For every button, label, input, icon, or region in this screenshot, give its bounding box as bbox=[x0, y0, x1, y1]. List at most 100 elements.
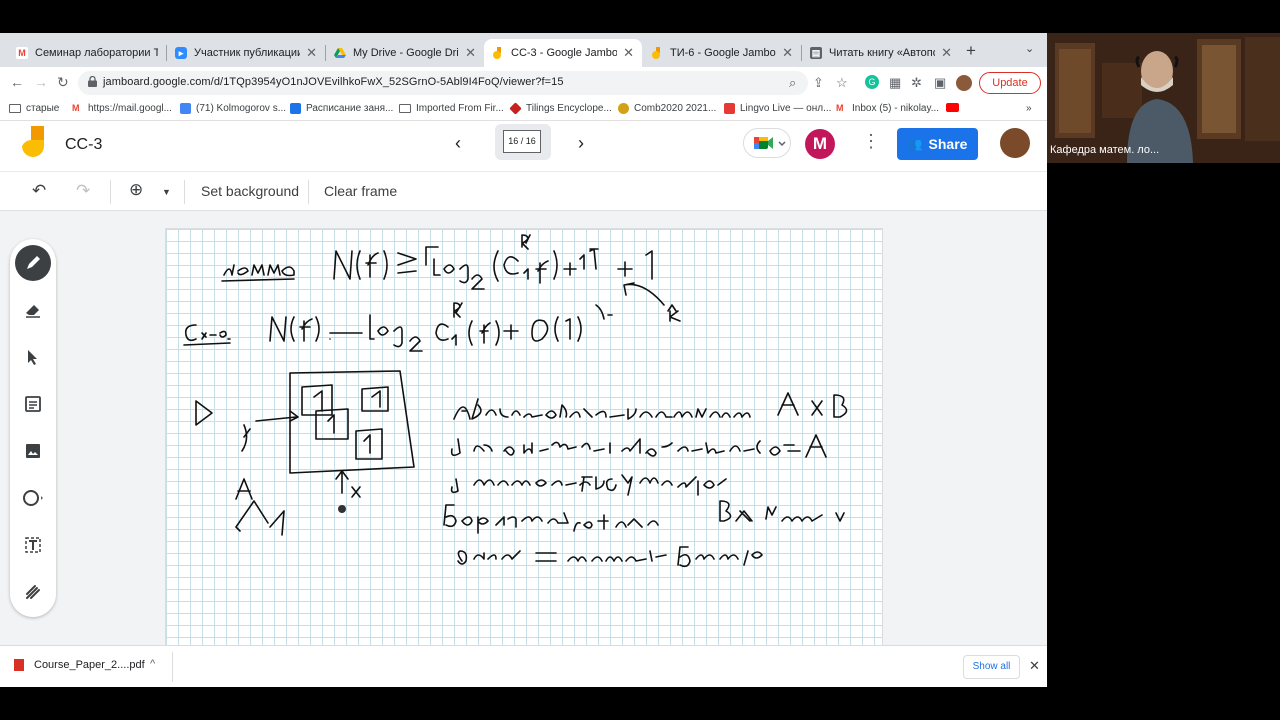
people-icon: 👥 bbox=[907, 137, 923, 151]
jamboard-icon bbox=[492, 47, 504, 59]
next-frame-chevron-icon[interactable]: › bbox=[578, 133, 584, 154]
bookmark-star-icon[interactable]: ☆ bbox=[836, 75, 848, 91]
account-avatar[interactable] bbox=[1000, 128, 1030, 158]
tab-label: My Drive - Google Drive bbox=[353, 47, 460, 59]
bookmark-item[interactable]: старые bbox=[9, 103, 59, 114]
frame-bar-toggle[interactable]: 16 / 16 bbox=[495, 124, 551, 160]
screen: M Семинар лаборатории ТИ ▸ Участник публ… bbox=[0, 0, 1280, 720]
tab-drive[interactable]: My Drive - Google Drive ✕ bbox=[326, 39, 484, 67]
browser-toolbar: ← → ↻ jamboard.google.com/d/1TQp3954yO1n… bbox=[0, 67, 1047, 99]
bookmarks-overflow-button[interactable]: » bbox=[1026, 103, 1032, 114]
folder-icon bbox=[399, 104, 411, 113]
show-all-button[interactable]: Show all bbox=[963, 655, 1020, 679]
bookmark-item[interactable]: (71) Kolmogorov s... bbox=[180, 103, 286, 114]
jamboard-logo-icon bbox=[22, 126, 44, 157]
extension-icon[interactable]: ▦ bbox=[889, 75, 901, 91]
browser-window: M Семинар лаборатории ТИ ▸ Участник публ… bbox=[0, 33, 1047, 687]
jamboard-header: CC-3 ‹ 16 / 16 › M ⋮ 👥 Share bbox=[0, 121, 1047, 171]
text-box-icon bbox=[25, 537, 41, 553]
meet-button[interactable] bbox=[743, 128, 791, 158]
new-tab-button[interactable]: + bbox=[966, 41, 976, 61]
pen-icon bbox=[27, 256, 40, 269]
jamboard-icon bbox=[651, 47, 663, 59]
profile-avatar[interactable] bbox=[956, 75, 972, 91]
forward-arrow-icon[interactable]: → bbox=[34, 74, 48, 90]
bookmark-item[interactable]: Lingvo Live — онл... bbox=[724, 103, 831, 114]
youtube-icon bbox=[946, 103, 959, 112]
bookmark-item[interactable]: Расписание заня... bbox=[290, 103, 393, 114]
share-button[interactable]: 👥 Share bbox=[897, 128, 978, 160]
gmail-icon: M bbox=[836, 103, 844, 113]
previous-frame-chevron-icon[interactable]: ‹ bbox=[455, 133, 461, 154]
sticky-note-tool-button[interactable] bbox=[15, 386, 51, 422]
clear-frame-button[interactable]: Clear frame bbox=[324, 183, 397, 199]
close-icon[interactable]: ✕ bbox=[465, 45, 476, 61]
bookmark-item[interactable]: Mhttps://mail.googl... bbox=[72, 103, 172, 114]
select-tool-button[interactable] bbox=[15, 339, 51, 375]
handwritten-ink bbox=[183, 234, 848, 568]
redo-icon[interactable]: ↷ bbox=[76, 181, 90, 201]
sticky-note-icon bbox=[25, 396, 41, 412]
lock-icon bbox=[88, 76, 97, 87]
set-background-button[interactable]: Set background bbox=[201, 183, 299, 199]
more-options-icon[interactable]: ⋮ bbox=[862, 131, 880, 152]
address-bar[interactable]: jamboard.google.com/d/1TQp3954yO1nJOVEvi… bbox=[78, 71, 808, 95]
zoom-lens-icon[interactable]: ⌕ bbox=[789, 75, 796, 91]
tab-label: Участник публикации - Zo bbox=[194, 47, 301, 59]
circle-shape-icon bbox=[23, 490, 43, 506]
bookmark-item[interactable]: Comb2020 2021... bbox=[618, 103, 716, 114]
download-item[interactable]: Course_Paper_2....pdf bbox=[14, 659, 145, 671]
close-icon[interactable]: ✕ bbox=[782, 45, 793, 61]
drive-icon bbox=[334, 47, 346, 59]
eraser-icon bbox=[26, 305, 40, 318]
chevron-up-icon[interactable]: ^ bbox=[150, 658, 155, 670]
zoom-dropdown-icon[interactable]: ▼ bbox=[162, 187, 171, 197]
reload-icon[interactable]: ↻ bbox=[57, 74, 69, 91]
tab-search-chevron-icon[interactable]: ⌄ bbox=[1025, 42, 1034, 55]
zoom-icon[interactable]: ⊕ bbox=[129, 180, 143, 200]
bookmark-item[interactable]: Tilings Encyclope... bbox=[509, 102, 612, 115]
download-file-name: Course_Paper_2....pdf bbox=[34, 659, 145, 671]
laser-tool-button[interactable] bbox=[15, 574, 51, 610]
shape-tool-button[interactable] bbox=[15, 480, 51, 516]
tab-strip: M Семинар лаборатории ТИ ▸ Участник публ… bbox=[0, 33, 1047, 67]
close-icon[interactable]: ✕ bbox=[306, 45, 317, 61]
bookmark-item[interactable]: M Inbox (5) - nikolay... bbox=[836, 103, 939, 114]
downloads-bar: Course_Paper_2....pdf ^ Show all ✕ bbox=[0, 645, 1047, 687]
lingvo-icon bbox=[724, 103, 735, 114]
back-arrow-icon[interactable]: ← bbox=[10, 74, 24, 90]
tab-label: ТИ-6 - Google Jamboard bbox=[670, 47, 776, 59]
image-tool-button[interactable] bbox=[15, 433, 51, 469]
image-icon bbox=[26, 444, 40, 458]
update-button[interactable]: Update bbox=[979, 72, 1041, 94]
cursor-arrow-icon bbox=[28, 350, 37, 365]
eraser-tool-button[interactable] bbox=[15, 292, 51, 328]
bookmark-item[interactable] bbox=[946, 103, 964, 112]
puzzle-extensions-icon[interactable]: ✲ bbox=[911, 75, 922, 91]
laser-icon bbox=[26, 585, 40, 599]
gmail-icon: M bbox=[72, 103, 80, 113]
side-panel-icon[interactable]: ▣ bbox=[934, 75, 946, 91]
tab-ti6-jamboard[interactable]: ТИ-6 - Google Jamboard ✕ bbox=[643, 39, 801, 67]
jam-frame[interactable] bbox=[165, 228, 883, 645]
user-avatar[interactable]: M bbox=[805, 129, 835, 159]
meet-icon bbox=[754, 137, 786, 149]
people-icon bbox=[180, 103, 191, 114]
bookmark-item[interactable]: Imported From Fir... bbox=[399, 103, 504, 114]
close-icon[interactable]: ✕ bbox=[1029, 658, 1040, 674]
close-icon[interactable]: ✕ bbox=[941, 45, 952, 61]
pen-tool-button[interactable] bbox=[15, 245, 51, 281]
text-box-tool-button[interactable] bbox=[15, 527, 51, 563]
document-title[interactable]: CC-3 bbox=[65, 136, 102, 154]
book-icon: ▤ bbox=[810, 47, 822, 59]
undo-icon[interactable]: ↶ bbox=[32, 181, 46, 201]
grammarly-icon[interactable]: G bbox=[865, 75, 879, 89]
frame-counter-label: 16 / 16 bbox=[503, 130, 541, 153]
tab-book[interactable]: ▤ Читать книгу «Автопортр ✕ bbox=[802, 39, 960, 67]
share-page-icon[interactable]: ⇪ bbox=[813, 75, 824, 91]
tab-cc3-jamboard[interactable]: CC-3 - Google Jamboard ✕ bbox=[484, 39, 642, 67]
participant-name: Кафедра матем. ло... bbox=[1050, 144, 1160, 156]
tab-seminar[interactable]: M Семинар лаборатории ТИ bbox=[8, 39, 166, 67]
tab-zoom[interactable]: ▸ Участник публикации - Zo ✕ bbox=[167, 39, 325, 67]
close-icon[interactable]: ✕ bbox=[623, 45, 634, 61]
